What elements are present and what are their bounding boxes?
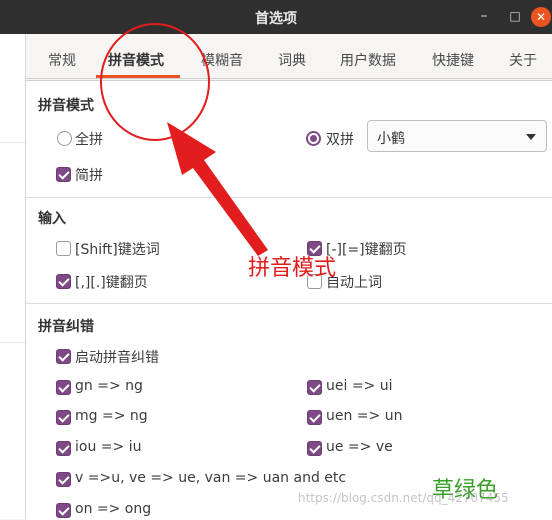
shift-select-checkbox[interactable]: [56, 241, 71, 256]
enable-correction-checkbox[interactable]: [56, 349, 71, 364]
tab-about[interactable]: 关于: [509, 50, 537, 70]
tab-user-data[interactable]: 用户数据: [340, 50, 396, 70]
dropdown-selected-value: 小鹤: [377, 131, 405, 147]
comma-period-page-checkbox[interactable]: [56, 274, 71, 289]
maximize-icon[interactable]: □: [505, 6, 525, 26]
tab-fuzzy[interactable]: 模糊音: [201, 50, 243, 70]
correction-label-uei-ui: uei => ui: [326, 378, 393, 394]
divider: [26, 197, 552, 198]
correction-checkbox-gn-ng[interactable]: [56, 380, 71, 395]
divider: [26, 303, 552, 304]
annotation-label-red: 拼音模式: [248, 256, 337, 281]
section-title-correction: 拼音纠错: [38, 319, 94, 335]
tab-pinyin-mode[interactable]: 拼音模式: [108, 50, 164, 70]
tab-bar: 常规 拼音模式 模糊音 词典 用户数据 快捷键 关于: [26, 44, 552, 79]
correction-checkbox-ue-ve[interactable]: [307, 441, 322, 456]
divider: [0, 342, 25, 343]
watermark: https://blog.csdn.net/qq_42707455: [298, 491, 509, 505]
comma-period-page-label: [,][.]键翻页: [75, 275, 148, 291]
correction-checkbox-uen-un[interactable]: [307, 410, 322, 425]
correction-checkbox-mg-ng[interactable]: [56, 410, 71, 425]
close-icon[interactable]: ✕: [531, 7, 551, 27]
divider: [0, 142, 25, 143]
section-title-pinyin-mode: 拼音模式: [38, 98, 94, 114]
full-pinyin-radio[interactable]: [57, 131, 72, 146]
correction-label-iou-iu: iou => iu: [75, 439, 142, 455]
full-pinyin-label: 全拼: [75, 132, 103, 148]
window-title: 首选项: [255, 11, 297, 27]
correction-checkbox-v-u[interactable]: [56, 472, 71, 487]
correction-label-v-u: v =>u, ve => ue, van => uan and etc: [75, 470, 347, 486]
simple-pinyin-label: 简拼: [75, 168, 103, 184]
correction-label-mg-ng: mg => ng: [75, 408, 148, 424]
double-pinyin-scheme-dropdown[interactable]: 小鹤: [367, 120, 547, 152]
double-pinyin-label: 双拼: [326, 132, 354, 148]
chevron-down-icon: [526, 134, 536, 140]
tab-general[interactable]: 常规: [48, 50, 76, 70]
enable-correction-label: 启动拼音纠错: [75, 350, 159, 366]
correction-checkbox-on-ong[interactable]: [56, 503, 71, 518]
simple-pinyin-checkbox[interactable]: [56, 167, 71, 182]
correction-checkbox-uei-ui[interactable]: [307, 380, 322, 395]
tab-dictionary[interactable]: 词典: [278, 50, 306, 70]
correction-label-on-ong: on => ong: [75, 501, 152, 517]
window-titlebar: 首选项 – □ ✕: [0, 0, 552, 34]
background-window: [0, 34, 26, 519]
section-title-input: 输入: [38, 211, 66, 227]
minimize-icon[interactable]: –: [474, 6, 494, 26]
tab-shortcuts[interactable]: 快捷键: [432, 50, 474, 70]
double-pinyin-radio[interactable]: [306, 131, 321, 146]
shift-select-label: [Shift]键选词: [75, 242, 160, 258]
correction-checkbox-iou-iu[interactable]: [56, 441, 71, 456]
active-tab-indicator: [96, 75, 180, 78]
correction-label-ue-ve: ue => ve: [326, 439, 393, 455]
correction-label-uen-un: uen => un: [326, 408, 403, 424]
minus-equal-page-label: [-][=]键翻页: [326, 242, 407, 258]
correction-label-gn-ng: gn => ng: [75, 378, 143, 394]
